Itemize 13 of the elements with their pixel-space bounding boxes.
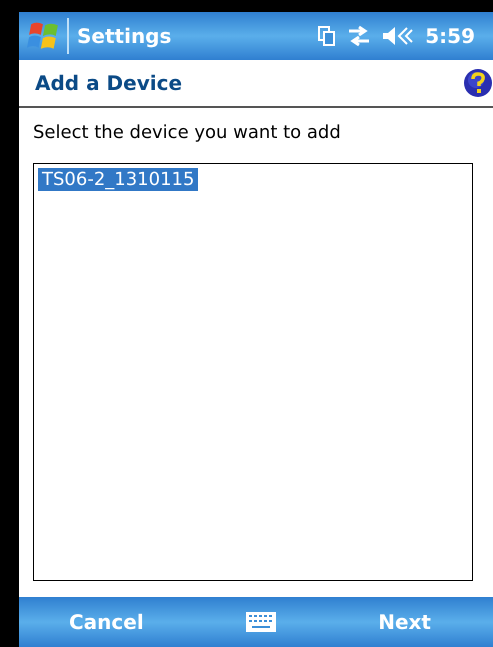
clock-time[interactable]: 5:59 <box>425 24 475 48</box>
device-list[interactable]: TS06-2_1310115 <box>33 163 473 581</box>
device-item[interactable]: TS06-2_1310115 <box>38 168 198 191</box>
connectivity-arrows-icon[interactable] <box>347 25 372 47</box>
page-title: Add a Device <box>35 71 182 95</box>
app-title: Settings <box>77 24 172 48</box>
next-button[interactable]: Next <box>370 606 439 638</box>
help-icon[interactable] <box>463 68 493 98</box>
speaker-icon[interactable] <box>381 25 416 47</box>
cancel-button[interactable]: Cancel <box>61 606 152 638</box>
windows-stack-icon[interactable] <box>317 25 338 47</box>
instruction-text: Select the device you want to add <box>33 122 342 143</box>
keyboard-icon[interactable] <box>244 611 277 633</box>
